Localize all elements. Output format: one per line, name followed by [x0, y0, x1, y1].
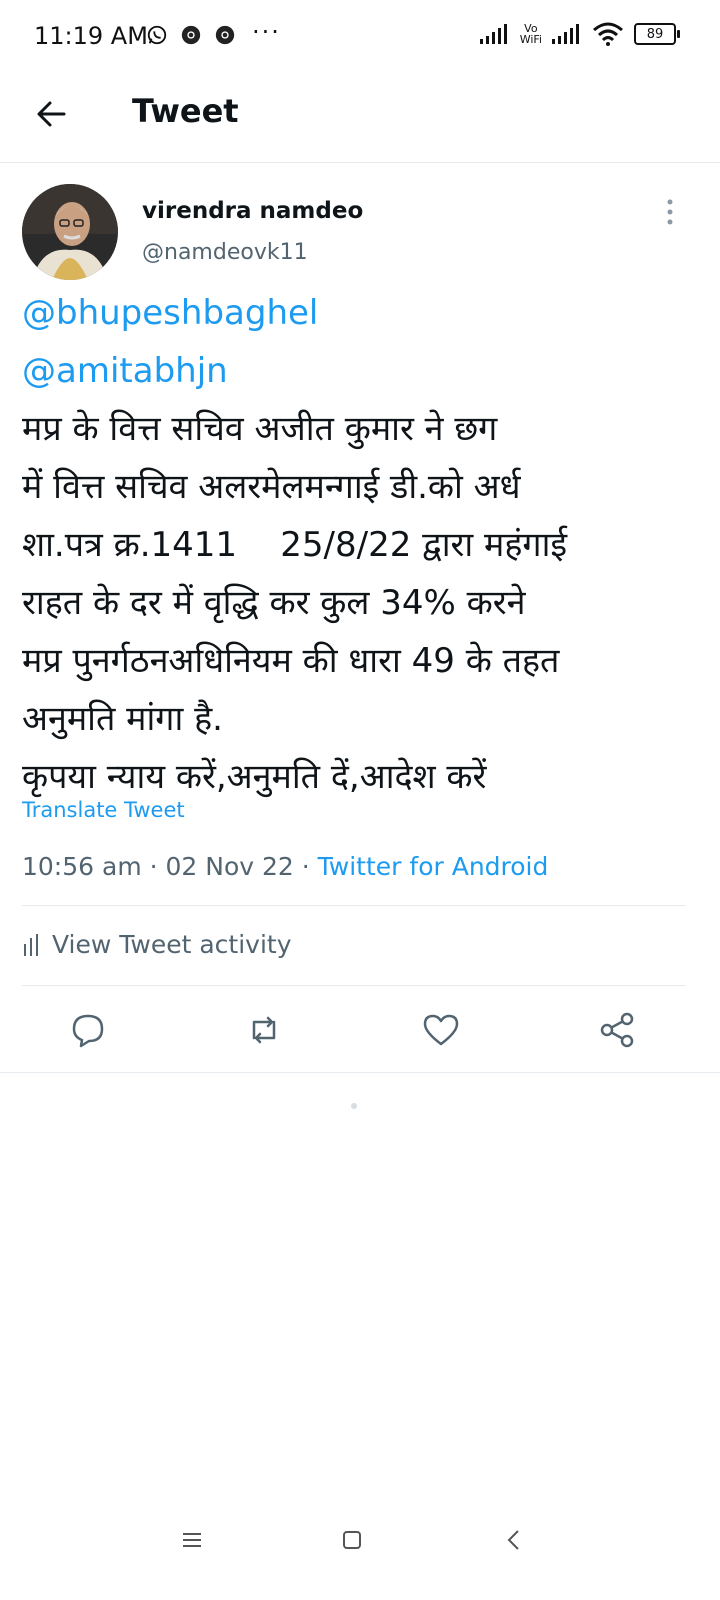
system-navigation-bar [0, 1500, 720, 1600]
avatar[interactable] [22, 184, 118, 280]
chrome-icon [215, 25, 235, 45]
home-icon[interactable] [332, 1520, 372, 1560]
author-name[interactable]: virendra namdeo [142, 198, 363, 224]
retweet-icon[interactable] [244, 1010, 284, 1050]
notification-icons [146, 24, 236, 46]
vowifi-icon: Vo WiFi [520, 23, 542, 45]
tweet-source-link[interactable]: Twitter for Android [318, 852, 549, 881]
translate-tweet-link[interactable]: Translate Tweet [22, 798, 185, 822]
view-tweet-activity-button[interactable]: View Tweet activity [22, 930, 292, 959]
tweet-action-bar [0, 1006, 720, 1072]
avatar-image [22, 184, 118, 280]
tweet-line: अनुमति मांगा है. [22, 699, 223, 739]
author-handle[interactable]: @namdeovk11 [142, 240, 308, 265]
system-icons: Vo WiFi 89 [479, 22, 680, 46]
mention-link[interactable]: @bhupeshbaghel [22, 284, 702, 342]
tweet-line: में वित्त सचिव अलरमेलमन्गाई डी.को अर्ध [22, 467, 521, 507]
share-icon[interactable] [597, 1010, 637, 1050]
menu-icon[interactable] [172, 1520, 212, 1560]
chrome-icon [181, 25, 201, 45]
signal-icon [552, 24, 579, 44]
tweet-timestamp: 10:56 am · 02 Nov 22 · [22, 852, 318, 881]
signal-icon [479, 24, 507, 44]
page-title: Tweet [132, 92, 239, 130]
tweet-text: @bhupeshbaghel @amitabhjn मप्र के वित्त … [22, 284, 702, 806]
tweet-line: राहत के दर में वृद्धि कर कुल 34% करने [22, 583, 526, 623]
more-vertical-icon[interactable] [660, 196, 680, 228]
whatsapp-icon [147, 25, 167, 45]
vowifi-bottom: WiFi [519, 33, 542, 46]
more-notifications-icon: ··· [252, 18, 281, 46]
loading-indicator [351, 1103, 357, 1109]
divider [0, 1072, 720, 1073]
mention-link[interactable]: @amitabhjn [22, 342, 702, 400]
wifi-icon [593, 22, 623, 46]
tweet-line: शा.पत्र क्र.1411 25/8/22 द्वारा महंगाई [22, 525, 568, 565]
status-bar: 11:19 AM ··· Vo WiFi 89 [0, 0, 720, 76]
battery-icon: 89 [634, 23, 680, 45]
divider [22, 985, 686, 986]
view-tweet-activity-label: View Tweet activity [52, 930, 292, 959]
tweet-metadata: 10:56 am · 02 Nov 22 · Twitter for Andro… [22, 852, 548, 881]
back-arrow-icon[interactable] [30, 92, 74, 136]
analytics-icon [24, 933, 38, 956]
status-time: 11:19 AM [34, 22, 148, 50]
back-icon[interactable] [494, 1520, 534, 1560]
divider [22, 905, 686, 906]
tweet-line: मप्र के वित्त सचिव अजीत कुमार ने छग [22, 409, 498, 449]
top-app-bar: Tweet [0, 76, 720, 163]
reply-icon[interactable] [68, 1010, 108, 1050]
tweet-line: मप्र पुनर्गठनअधिनियम की धारा 49 के तहत [22, 641, 560, 681]
heart-icon[interactable] [421, 1010, 461, 1050]
